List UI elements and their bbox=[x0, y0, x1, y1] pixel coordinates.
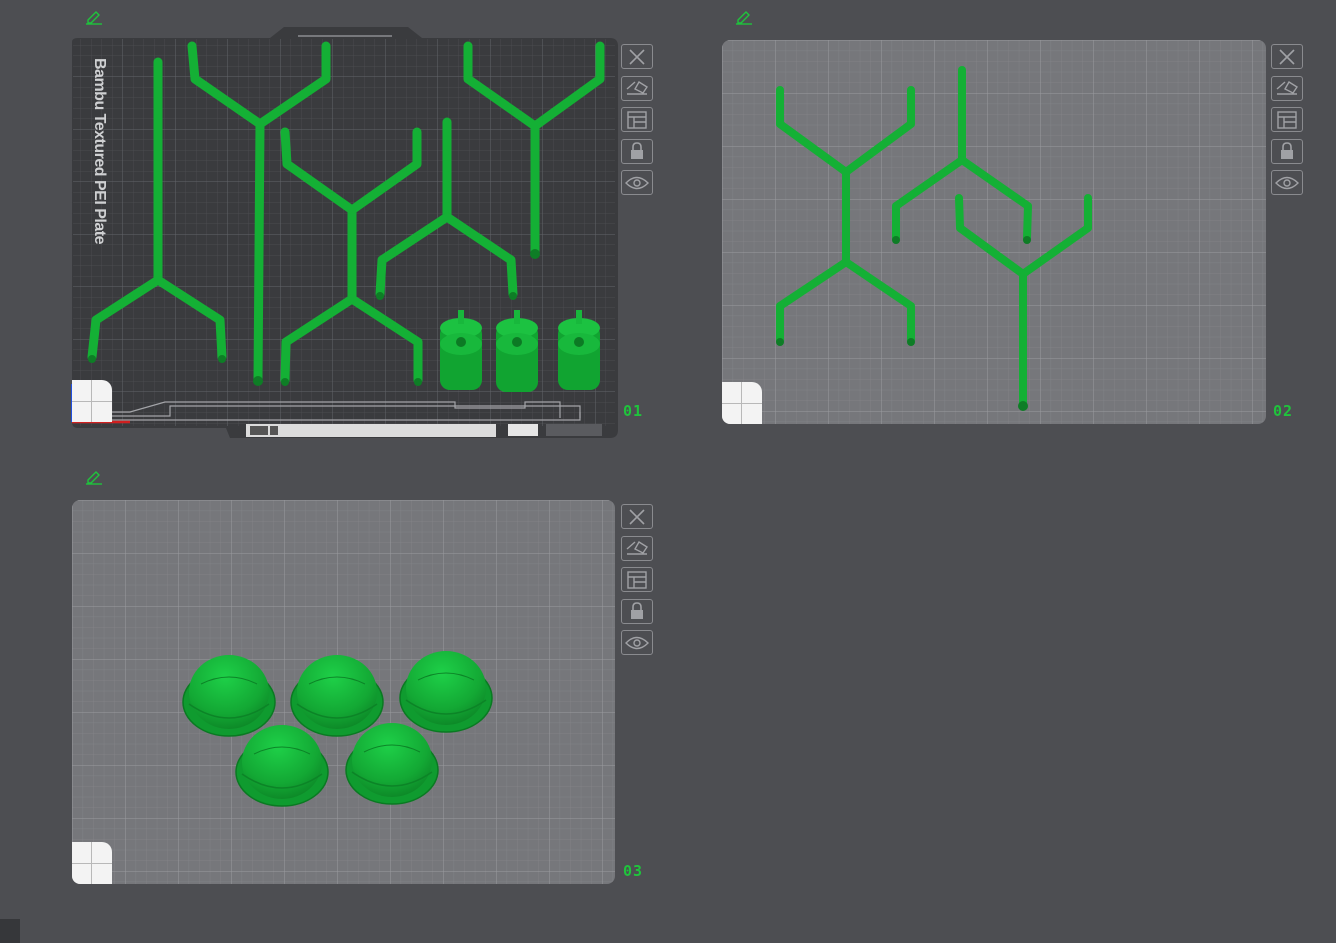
auto-orient-button[interactable] bbox=[621, 535, 653, 561]
plate-toolbar bbox=[621, 44, 655, 202]
arrange-icon bbox=[627, 570, 647, 589]
scrollbar-handle[interactable] bbox=[0, 919, 20, 943]
plate-number: 03 bbox=[623, 862, 644, 880]
delete-plate-button[interactable] bbox=[621, 44, 653, 69]
plate-render bbox=[72, 500, 615, 884]
plate-corner-tab bbox=[72, 842, 112, 884]
lock-icon bbox=[631, 142, 643, 159]
preview-eye-icon bbox=[625, 636, 649, 649]
lock-icon bbox=[631, 602, 643, 619]
plate-toolbar bbox=[621, 504, 655, 662]
preview-plate-button[interactable] bbox=[621, 630, 653, 655]
plate-canvas[interactable] bbox=[722, 40, 1266, 424]
bed-type-label: Bambu Textured PEI Plate bbox=[91, 58, 108, 244]
plate-render bbox=[722, 40, 1266, 424]
delete-plate-button[interactable] bbox=[1271, 44, 1303, 69]
edit-plate-name-icon[interactable] bbox=[84, 9, 104, 25]
plate-number: 02 bbox=[1273, 402, 1294, 420]
close-icon bbox=[629, 508, 645, 525]
auto-orient-icon bbox=[626, 81, 648, 95]
preview-plate-button[interactable] bbox=[621, 170, 653, 195]
auto-orient-icon bbox=[1276, 81, 1298, 95]
close-icon bbox=[629, 48, 645, 65]
arrange-button[interactable] bbox=[621, 107, 653, 132]
plate-number: 01 bbox=[623, 402, 644, 420]
plate-corner-tab bbox=[72, 380, 112, 422]
plate-toolbar bbox=[1271, 44, 1305, 202]
preview-eye-icon bbox=[625, 176, 649, 189]
lock-plate-button[interactable] bbox=[621, 598, 653, 624]
auto-orient-button[interactable] bbox=[1271, 75, 1303, 101]
arrange-button[interactable] bbox=[1271, 107, 1303, 132]
plate-canvas[interactable]: Bambu Textured PEI Plate bbox=[70, 24, 620, 440]
auto-orient-button[interactable] bbox=[621, 75, 653, 101]
preview-plate-button[interactable] bbox=[1271, 170, 1303, 195]
delete-plate-button[interactable] bbox=[621, 504, 653, 529]
lock-icon bbox=[1281, 142, 1293, 159]
plate-canvas[interactable] bbox=[72, 500, 615, 884]
plate-corner-tab bbox=[722, 382, 762, 424]
edit-plate-name-icon[interactable] bbox=[84, 469, 104, 485]
preview-eye-icon bbox=[1275, 176, 1299, 189]
lock-plate-button[interactable] bbox=[621, 138, 653, 164]
arrange-button[interactable] bbox=[621, 567, 653, 592]
close-icon bbox=[1279, 48, 1295, 65]
edit-plate-name-icon[interactable] bbox=[734, 9, 754, 25]
plate-render bbox=[71, 27, 618, 438]
auto-orient-icon bbox=[626, 541, 648, 555]
lock-plate-button[interactable] bbox=[1271, 138, 1303, 164]
arrange-icon bbox=[1277, 110, 1297, 129]
arrange-icon bbox=[627, 110, 647, 129]
